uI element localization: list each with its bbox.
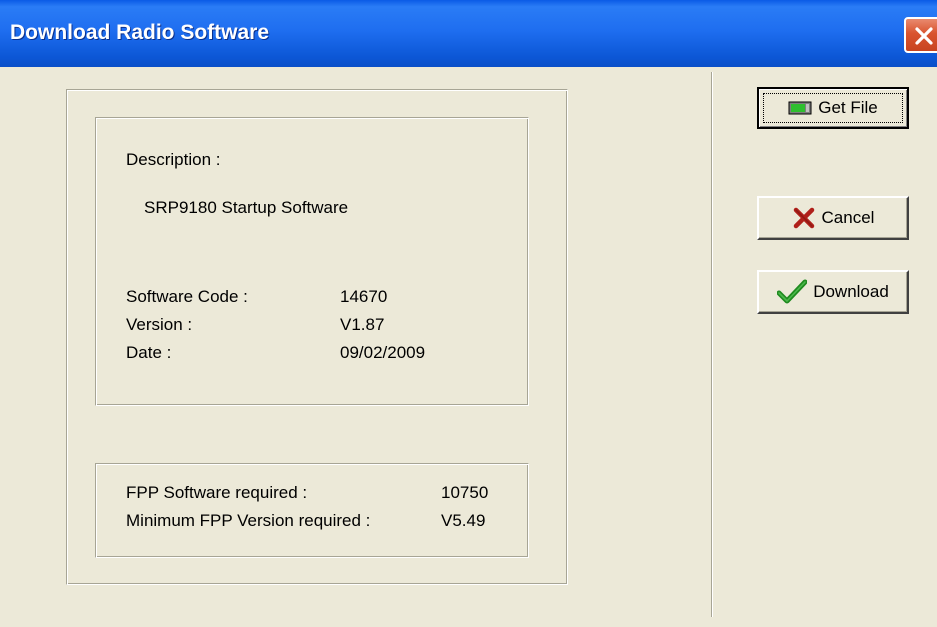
close-icon xyxy=(915,27,933,45)
vertical-separator xyxy=(711,72,712,617)
download-label: Download xyxy=(813,282,889,301)
cancel-button[interactable]: Cancel xyxy=(757,196,909,240)
software-code-value: 14670 xyxy=(340,287,388,306)
get-file-button[interactable]: Get File xyxy=(757,87,909,129)
version-label: Version : xyxy=(126,315,193,334)
close-button[interactable] xyxy=(904,17,937,53)
date-value: 09/02/2009 xyxy=(340,343,426,362)
x-icon xyxy=(792,206,816,230)
min-fpp-version-label: Minimum FPP Version required : xyxy=(126,511,371,530)
file-icon xyxy=(788,100,812,116)
download-radio-software-dialog: Download Radio Software Description : SR… xyxy=(0,0,937,627)
min-fpp-version-value: V5.49 xyxy=(441,511,486,530)
cancel-label: Cancel xyxy=(821,208,875,227)
software-code-label: Software Code : xyxy=(126,287,248,306)
fpp-software-value: 10750 xyxy=(441,483,489,502)
window-title: Download Radio Software xyxy=(10,21,270,44)
fpp-software-label: FPP Software required : xyxy=(126,483,308,502)
get-file-label: Get File xyxy=(818,98,878,117)
date-label: Date : xyxy=(126,343,172,362)
title-bar[interactable]: Download Radio Software xyxy=(0,0,937,67)
description-value: SRP9180 Startup Software xyxy=(144,198,349,217)
version-value: V1.87 xyxy=(340,315,385,334)
description-label: Description : xyxy=(126,150,221,169)
checkmark-icon xyxy=(777,279,808,305)
download-button[interactable]: Download xyxy=(757,270,909,314)
